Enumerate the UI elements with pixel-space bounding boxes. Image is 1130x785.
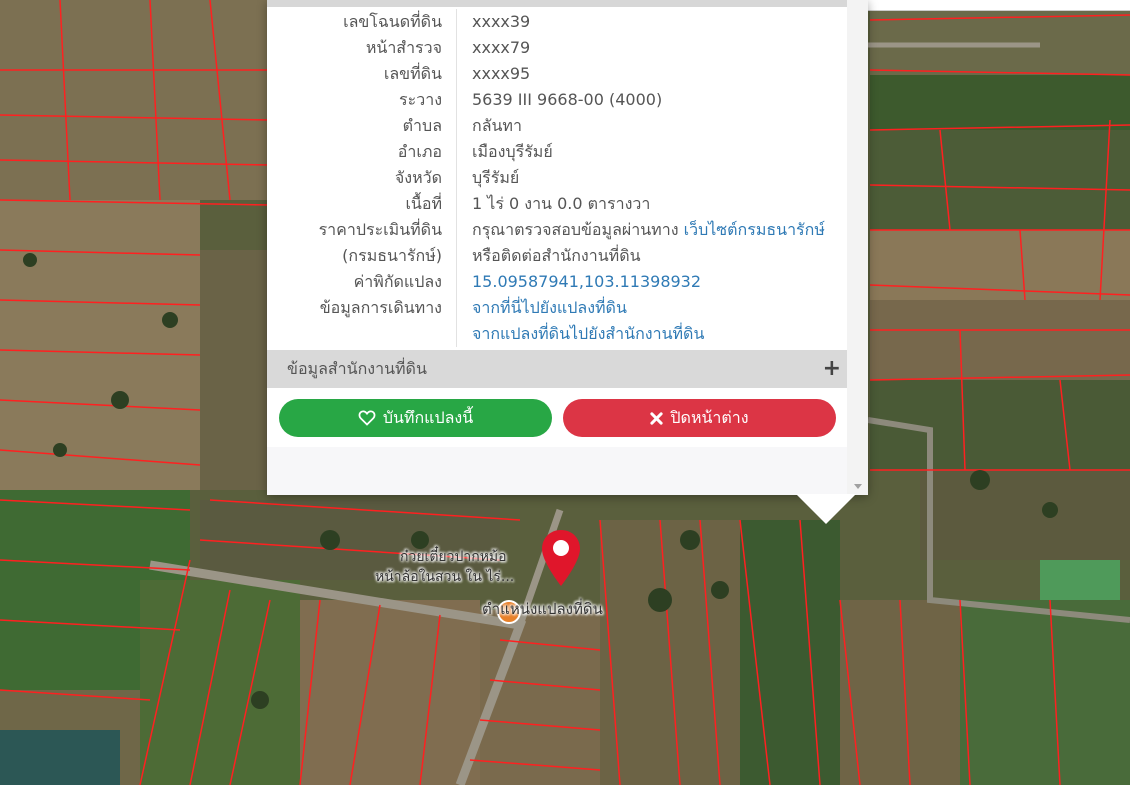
marker-label: ตำแหน่งแปลงที่ดิน <box>482 600 603 618</box>
row-label: ราคาประเมินที่ดิน <box>267 217 457 243</box>
place-label-line2: หน้าล้อในสวน ใน ไร่... <box>375 569 515 585</box>
treasury-website-link[interactable]: เว็บไซต์กรมธนารักษ์ <box>684 220 825 239</box>
close-window-button[interactable]: ปิดหน้าต่าง <box>563 399 836 437</box>
row-label: ค่าพิกัดแปลง <box>267 269 457 295</box>
coordinates-link[interactable]: 15.09587941,103.11398932 <box>457 269 701 295</box>
row-area: เนื้อที่ 1 ไร่ 0 งาน 0.0 ตารางวา <box>267 191 847 217</box>
popup-top-bar <box>267 0 847 7</box>
row-label: จังหวัด <box>267 165 457 191</box>
row-travel: ข้อมูลการเดินทาง จากที่นี่ไปยังแปลงที่ดิ… <box>267 295 847 321</box>
popup-footer <box>267 447 847 495</box>
row-value: xxxx39 <box>472 12 531 31</box>
row-land-number: เลขที่ดิน xxxx95 <box>267 61 847 87</box>
row-label: (กรมธนารักษ์) <box>267 243 457 269</box>
plus-icon[interactable]: + <box>823 350 841 388</box>
row-label: ตำบล <box>267 113 457 139</box>
row-survey-page: หน้าสำรวจ xxxx79 <box>267 35 847 61</box>
row-label: อำเภอ <box>267 139 457 165</box>
close-icon <box>650 411 664 425</box>
row-label <box>267 321 457 347</box>
row-value: 5639 III 9668-00 (4000) <box>472 90 663 109</box>
heart-icon <box>358 410 376 426</box>
row-coordinates: ค่าพิกัดแปลง 15.09587941,103.11398932 <box>267 269 847 295</box>
close-button-label: ปิดหน้าต่าง <box>670 408 749 427</box>
row-province: จังหวัด บุรีรัมย์ <box>267 165 847 191</box>
row-label: ข้อมูลการเดินทาง <box>267 295 457 321</box>
map-pin-icon[interactable] <box>540 528 582 588</box>
save-parcel-button[interactable]: บันทึกแปลงนี้ <box>279 399 552 437</box>
row-value: บุรีรัมย์ <box>472 168 520 187</box>
row-label: เลขที่ดิน <box>267 61 457 87</box>
row-value: เมืองบุรีรัมย์ <box>472 142 553 161</box>
row-label: หน้าสำรวจ <box>267 35 457 61</box>
land-parcel-popup: เลขโฉนดที่ดิน xxxx39 หน้าสำรวจ xxxx79 เล… <box>267 0 868 524</box>
popup-scrollbar[interactable] <box>847 0 868 495</box>
row-district: อำเภอ เมืองบุรีรัมย์ <box>267 139 847 165</box>
row-appraisal: ราคาประเมินที่ดิน กรุณาตรวจสอบข้อมูลผ่าน… <box>267 217 847 243</box>
appraisal-text: กรุณาตรวจสอบข้อมูลผ่านทาง <box>472 220 679 239</box>
place-label[interactable]: ก๋วยเตี๋ยวปากหม้อ <box>400 546 507 568</box>
section-title: ข้อมูลสำนักงานที่ดิน <box>287 359 427 378</box>
parcel-info-table: เลขโฉนดที่ดิน xxxx39 หน้าสำรวจ xxxx79 เล… <box>267 7 847 347</box>
row-value: กลันทา <box>472 116 522 135</box>
row-label: ระวาง <box>267 87 457 113</box>
row-value: หรือติดต่อสำนักงานที่ดิน <box>472 246 641 265</box>
directions-to-office-link[interactable]: จากแปลงที่ดินไปยังสำนักงานที่ดิน <box>457 321 704 347</box>
land-office-section-toggle[interactable]: ข้อมูลสำนักงานที่ดิน + <box>267 350 847 388</box>
row-value: xxxx95 <box>472 64 531 83</box>
row-map-sheet: ระวาง 5639 III 9668-00 (4000) <box>267 87 847 113</box>
directions-to-parcel-link[interactable]: จากที่นี่ไปยังแปลงที่ดิน <box>457 295 627 321</box>
row-label: เลขโฉนดที่ดิน <box>267 9 457 35</box>
popup-pointer <box>796 494 856 524</box>
row-travel-2: จากแปลงที่ดินไปยังสำนักงานที่ดิน <box>267 321 847 347</box>
scroll-down-arrow-icon[interactable] <box>854 484 862 489</box>
row-value: กรุณาตรวจสอบข้อมูลผ่านทาง เว็บไซต์กรมธนา… <box>457 217 825 243</box>
row-value: 1 ไร่ 0 งาน 0.0 ตารางวา <box>472 194 651 213</box>
row-deed-number: เลขโฉนดที่ดิน xxxx39 <box>267 9 847 35</box>
row-label: เนื้อที่ <box>267 191 457 217</box>
row-appraisal-2: (กรมธนารักษ์) หรือติดต่อสำนักงานที่ดิน <box>267 243 847 269</box>
scrollbar-thumb[interactable] <box>852 8 863 438</box>
save-button-label: บันทึกแปลงนี้ <box>382 408 474 427</box>
popup-content: เลขโฉนดที่ดิน xxxx39 หน้าสำรวจ xxxx79 เล… <box>267 7 847 495</box>
row-subdistrict: ตำบล กลันทา <box>267 113 847 139</box>
map-control-strip <box>842 0 1130 11</box>
row-value: xxxx79 <box>472 38 531 57</box>
